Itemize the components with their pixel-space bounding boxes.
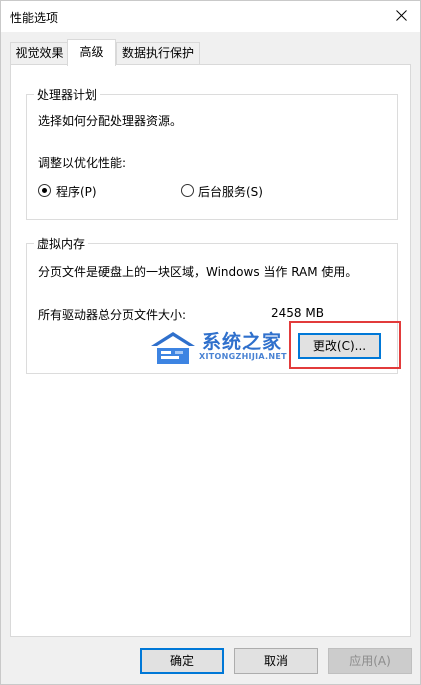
highlight-box — [289, 321, 401, 369]
house-logo-icon — [151, 332, 195, 364]
radio-button — [181, 184, 194, 197]
radio-background-services[interactable]: 后台服务(S) — [181, 183, 291, 199]
performance-options-dialog: 性能选项 视觉效果 高级 数据执行保护 处理器计划 选择如何分配处理器资源。 调… — [0, 0, 421, 685]
total-paging-size-label: 所有驱动器总分页文件大小: — [38, 308, 187, 322]
tab-label: 数据执行保护 — [121, 46, 194, 60]
ok-button[interactable]: 确定 — [140, 648, 224, 674]
group-title: 虚拟内存 — [34, 235, 89, 252]
close-button[interactable] — [388, 3, 416, 29]
radio-programs[interactable]: 程序(P) — [38, 183, 138, 199]
tab-label: 高级 — [79, 45, 104, 59]
cancel-button[interactable]: 取消 — [234, 648, 318, 674]
tab-label: 视觉效果 — [15, 46, 64, 60]
close-icon — [396, 10, 407, 21]
ok-button-label: 确定 — [169, 654, 194, 668]
window-title: 性能选项 — [10, 11, 59, 25]
title-bar: 性能选项 — [1, 1, 420, 32]
group-title: 处理器计划 — [34, 86, 101, 103]
radio-label: 程序(P) — [56, 185, 97, 199]
radio-label: 后台服务(S) — [198, 185, 263, 199]
radio-button — [38, 184, 51, 197]
tab-visual-effects[interactable]: 视觉效果 — [10, 42, 69, 64]
adjust-label: 调整以优化性能: — [38, 156, 127, 170]
apply-button[interactable]: 应用(A) — [328, 648, 412, 674]
watermark-logo: 系统之家 XITONGZHIJIA.NET — [149, 326, 289, 370]
apply-button-label: 应用(A) — [349, 654, 391, 668]
watermark-name: 系统之家 — [202, 331, 283, 353]
tab-advanced[interactable]: 高级 — [67, 39, 116, 66]
total-paging-size-value: 2458 MB — [271, 306, 324, 320]
processor-scheduling-group: 处理器计划 选择如何分配处理器资源。 调整以优化性能: 程序(P) 后台服务(S… — [26, 86, 398, 220]
processor-description: 选择如何分配处理器资源。 — [38, 114, 183, 128]
virtual-memory-description: 分页文件是硬盘上的一块区域，Windows 当作 RAM 使用。 — [38, 265, 358, 279]
tab-data-execution-prevention[interactable]: 数据执行保护 — [116, 42, 200, 64]
cancel-button-label: 取消 — [263, 654, 288, 668]
watermark-url: XITONGZHIJIA.NET — [199, 352, 287, 361]
